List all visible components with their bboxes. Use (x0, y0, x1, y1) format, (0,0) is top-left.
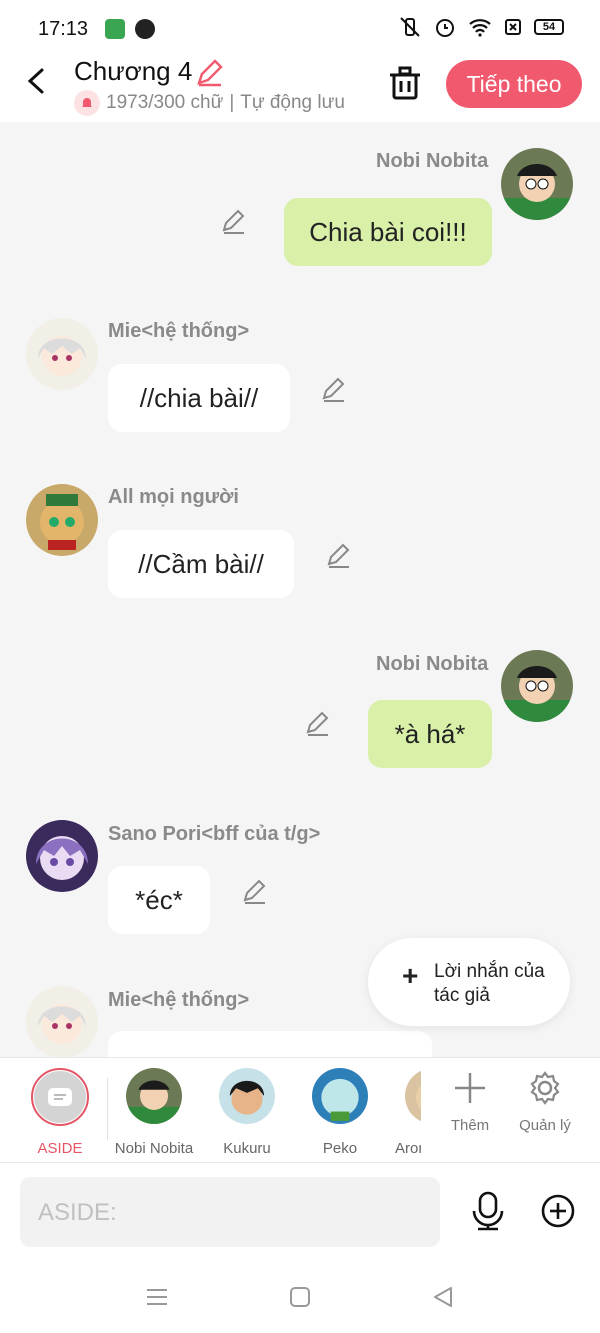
character-label: ASIDE (37, 1140, 83, 1157)
aside-icon (34, 1071, 86, 1123)
add-circle-icon[interactable] (540, 1193, 576, 1229)
microphone-icon[interactable] (470, 1191, 506, 1231)
chapter-info: 1973/300 chữ | Tự động lưu (74, 90, 345, 116)
avatar (219, 1068, 275, 1124)
message-bubble[interactable]: *à há* (368, 700, 492, 768)
system-nav-bar (0, 1263, 600, 1333)
battery-indicator: 54 (534, 19, 564, 35)
avatar-nobita[interactable] (501, 148, 573, 220)
wifi-icon (469, 19, 491, 37)
plus-icon: + (402, 960, 419, 991)
sender-name: All mọi người (108, 486, 239, 508)
edit-message-icon[interactable] (304, 710, 332, 738)
menu-icon[interactable] (145, 1287, 169, 1307)
sender-name: Nobi Nobita (376, 150, 489, 172)
separator: | (229, 92, 235, 113)
avatar-mie[interactable] (26, 986, 98, 1057)
character-kukuru[interactable]: Kukuru (202, 1068, 292, 1157)
avatar (405, 1068, 421, 1124)
character-label: Peko (322, 1140, 358, 1157)
character-label: Aron (395, 1140, 421, 1157)
pinterest-icon (135, 19, 155, 39)
author-note-button[interactable]: + Lời nhắn của tác giả (368, 938, 570, 1026)
status-bar: 17:13 54 (0, 0, 600, 56)
input-bar: ASIDE: (0, 1163, 600, 1263)
next-button[interactable]: Tiếp theo (446, 60, 582, 108)
message-bubble[interactable]: *éc* (108, 866, 210, 934)
add-character-button[interactable]: Thêm (435, 1070, 505, 1134)
character-label: Nobi Nobita (114, 1140, 194, 1157)
character-label: Kukuru (223, 1140, 271, 1157)
author-note-label: Lời nhắn của tác giả (434, 961, 545, 1006)
word-count: 1973/300 chữ (106, 92, 224, 113)
gear-icon (530, 1071, 560, 1105)
home-icon[interactable] (289, 1286, 311, 1308)
message-input[interactable]: ASIDE: (20, 1177, 440, 1247)
add-label: Thêm (450, 1117, 490, 1134)
autosave-label: Tự động lưu (240, 92, 345, 113)
sender-name: Sano Pori<bff của t/g> (108, 823, 321, 845)
chat-area[interactable]: Nobi Nobita Chia bài coi!!! Mie<hệ thống… (0, 122, 600, 1057)
edit-message-icon[interactable] (220, 208, 248, 236)
back-arrow-icon[interactable] (22, 66, 52, 96)
avatar-all[interactable] (26, 484, 98, 556)
divider (107, 1078, 108, 1140)
mute-vibrate-icon (400, 17, 420, 37)
avatar-nobita[interactable] (501, 650, 573, 722)
character-bar: ASIDE Nobi Nobita Kukuru Peko Aron Thêm … (0, 1057, 600, 1163)
status-time: 17:13 (38, 18, 89, 40)
edit-message-icon[interactable] (241, 878, 269, 906)
avatar-mie[interactable] (26, 318, 98, 390)
edit-message-icon[interactable] (325, 542, 353, 570)
alarm-icon (436, 19, 454, 37)
manage-label: Quản lý (519, 1117, 571, 1134)
sender-name: Nobi Nobita (376, 653, 489, 675)
character-aside[interactable]: ASIDE (15, 1068, 105, 1157)
app-notification-icon (105, 19, 125, 39)
edit-message-icon[interactable] (320, 376, 348, 404)
manage-button[interactable]: Quản lý (510, 1070, 580, 1134)
chapter-title: Chương 4 (74, 56, 193, 86)
message-bubble[interactable]: //Cầm bài// (108, 530, 294, 598)
sender-name: Mie<hệ thống> (108, 989, 250, 1011)
sender-name: Mie<hệ thống> (108, 320, 250, 342)
avatar (312, 1068, 368, 1124)
bell-icon (74, 90, 100, 116)
avatar-sano-pori[interactable] (26, 820, 98, 892)
trash-icon[interactable] (386, 64, 424, 102)
character-peko[interactable]: Peko (295, 1068, 385, 1157)
character-aron[interactable]: Aron (375, 1068, 421, 1157)
message-bubble[interactable] (108, 1031, 432, 1057)
character-nobita[interactable]: Nobi Nobita (109, 1068, 199, 1157)
message-bubble[interactable]: Chia bài coi!!! (284, 198, 492, 266)
status-icons: 54 (398, 16, 564, 38)
edit-title-icon[interactable] (194, 58, 224, 88)
chapter-header: Chương 4 1973/300 chữ | Tự động lưu Tiếp… (0, 56, 600, 122)
plus-icon (455, 1073, 485, 1103)
message-bubble[interactable]: //chia bài// (108, 364, 290, 432)
avatar (126, 1068, 182, 1124)
sim-icon (505, 19, 521, 35)
back-nav-icon[interactable] (431, 1285, 455, 1309)
